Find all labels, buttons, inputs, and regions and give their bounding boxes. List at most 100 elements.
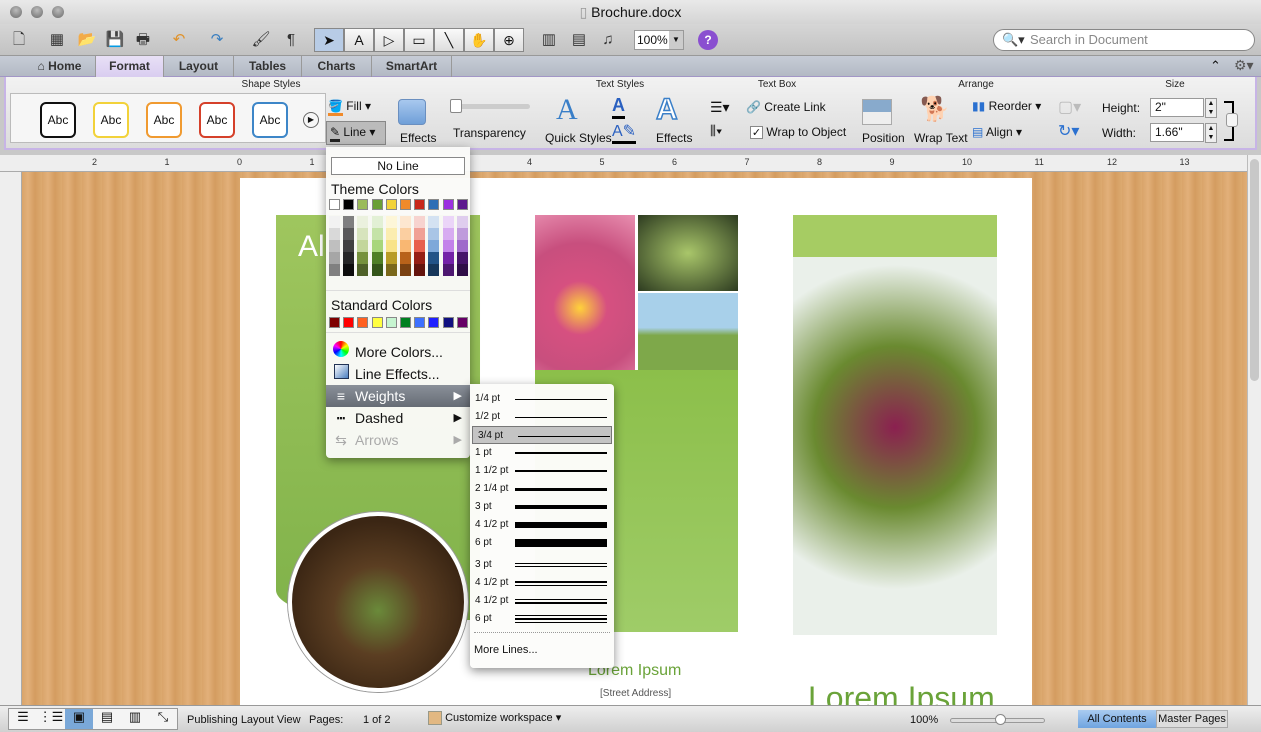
rotate-icon[interactable]: ↻▾: [1058, 121, 1079, 141]
theme-shade-swatch[interactable]: [400, 228, 411, 240]
theme-color-swatch[interactable]: [414, 199, 426, 210]
theme-shade-swatch[interactable]: [385, 264, 397, 276]
theme-shade-swatch[interactable]: [385, 240, 397, 252]
more-lines-item[interactable]: More Lines...: [474, 644, 538, 656]
shape-effects-icon[interactable]: [398, 99, 426, 125]
weight-option[interactable]: 1/4 pt: [470, 390, 614, 408]
standard-color-swatch[interactable]: [442, 317, 454, 328]
theme-shade-swatch[interactable]: [385, 216, 397, 228]
help-icon[interactable]: ?: [698, 30, 718, 50]
text-direction-icon[interactable]: ⫼▾: [710, 123, 722, 139]
theme-shade-swatch[interactable]: [385, 228, 397, 240]
theme-shade-swatch[interactable]: [400, 252, 411, 264]
theme-color-swatch[interactable]: [343, 199, 355, 210]
sidebar-icon[interactable]: ▥: [538, 29, 560, 51]
theme-shade-swatch[interactable]: [414, 216, 426, 228]
publishing-layout-view-icon[interactable]: ▣: [65, 709, 93, 729]
text-effects-icon[interactable]: A: [655, 92, 678, 127]
menu-item-weights[interactable]: ≡ Weights ▶: [326, 385, 470, 407]
weight-option[interactable]: 1 pt: [470, 444, 614, 462]
theme-shade-swatch[interactable]: [357, 216, 369, 228]
toolbox-icon[interactable]: ▤: [568, 29, 590, 51]
height-stepper[interactable]: ▲ ▼: [1205, 98, 1217, 118]
standard-color-swatch[interactable]: [428, 317, 440, 328]
draft-view-icon[interactable]: ☰: [9, 709, 37, 729]
notebook-view-icon[interactable]: ▥: [121, 709, 149, 729]
theme-shade-swatch[interactable]: [371, 228, 383, 240]
shape-style-sample[interactable]: Abc: [252, 102, 288, 138]
wrap-text-label[interactable]: Wrap Text: [914, 131, 968, 145]
tab-tables[interactable]: Tables: [234, 56, 302, 77]
theme-shade-swatch[interactable]: [343, 240, 355, 252]
weight-option[interactable]: 3/4 pt: [472, 426, 612, 444]
undo-icon[interactable]: ↶: [168, 29, 190, 51]
theme-shade-swatch[interactable]: [442, 216, 454, 228]
standard-color-swatch[interactable]: [371, 317, 383, 328]
reorder-button[interactable]: ▮▮ Reorder ▾: [972, 99, 1041, 113]
vertical-ruler[interactable]: [0, 172, 22, 705]
scrollbar-thumb[interactable]: [1250, 159, 1259, 381]
weight-option[interactable]: 4 1/2 pt: [470, 574, 614, 592]
theme-shade-swatch[interactable]: [428, 216, 440, 228]
weight-option[interactable]: 4 1/2 pt: [470, 516, 614, 534]
select-tool-icon[interactable]: ➤: [314, 28, 344, 52]
full-screen-view-icon[interactable]: ⤡: [149, 709, 177, 729]
theme-shade-swatch[interactable]: [442, 228, 454, 240]
theme-shade-swatch[interactable]: [343, 216, 355, 228]
weight-option[interactable]: 1/2 pt: [470, 408, 614, 426]
slider-thumb[interactable]: [450, 99, 462, 113]
vertical-text-box-icon[interactable]: ▷: [374, 28, 404, 52]
theme-shade-swatch[interactable]: [428, 228, 440, 240]
theme-shade-swatch[interactable]: [428, 264, 440, 276]
theme-shade-swatch[interactable]: [343, 228, 355, 240]
gear-icon[interactable]: ⚙▾: [1234, 57, 1254, 74]
shape-tool-icon[interactable]: ▭: [404, 28, 434, 52]
media-browser-icon[interactable]: ♫: [597, 29, 619, 51]
weight-option[interactable]: 3 pt: [470, 556, 614, 574]
shape-style-sample[interactable]: Abc: [40, 102, 76, 138]
create-link-button[interactable]: 🔗 Create Link: [746, 100, 826, 114]
gallery-next-icon[interactable]: ▶: [303, 112, 319, 128]
theme-shade-swatch[interactable]: [400, 240, 411, 252]
theme-shade-swatch[interactable]: [329, 264, 340, 276]
theme-shade-swatch[interactable]: [442, 240, 454, 252]
horizontal-ruler[interactable]: 21012345678910111213: [0, 155, 1247, 172]
tab-smartart[interactable]: SmartArt: [372, 56, 452, 77]
zoom-slider-thumb[interactable]: [995, 714, 1006, 725]
tab-charts[interactable]: Charts: [302, 56, 372, 77]
close-button[interactable]: [10, 6, 22, 18]
standard-color-swatch[interactable]: [343, 317, 355, 328]
theme-shade-swatch[interactable]: [428, 240, 440, 252]
line-button[interactable]: ✎ Line ▾: [326, 121, 386, 145]
media-icon[interactable]: ⊕: [494, 28, 524, 52]
menu-item-more-colors[interactable]: More Colors...: [326, 341, 470, 363]
tab-home[interactable]: ⌂ Home: [24, 56, 96, 77]
print-layout-view-icon[interactable]: ▤: [93, 709, 121, 729]
text-effects-label[interactable]: Effects: [656, 131, 692, 145]
theme-shade-swatch[interactable]: [385, 252, 397, 264]
theme-shade-swatch[interactable]: [428, 252, 440, 264]
theme-shade-swatch[interactable]: [456, 240, 468, 252]
theme-shade-swatch[interactable]: [456, 264, 468, 276]
theme-shade-swatch[interactable]: [456, 252, 468, 264]
vertical-scrollbar[interactable]: [1247, 155, 1261, 705]
theme-shade-swatch[interactable]: [329, 240, 340, 252]
theme-color-swatch[interactable]: [329, 199, 340, 210]
all-contents-tab[interactable]: All Contents: [1078, 710, 1156, 728]
standard-color-swatch[interactable]: [400, 317, 411, 328]
weight-option[interactable]: 6 pt: [470, 610, 614, 628]
standard-color-swatch[interactable]: [414, 317, 426, 328]
lock-aspect-toggle[interactable]: [1226, 113, 1238, 127]
tab-layout[interactable]: Layout: [164, 56, 234, 77]
search-input[interactable]: 🔍▾ Search in Document: [993, 29, 1255, 51]
theme-shade-swatch[interactable]: [371, 240, 383, 252]
text-outline-icon[interactable]: A✎: [612, 121, 637, 144]
hand-tool-icon[interactable]: ✋: [464, 28, 494, 52]
theme-shade-swatch[interactable]: [371, 216, 383, 228]
theme-color-swatch[interactable]: [357, 199, 369, 210]
weight-option[interactable]: 1 1/2 pt: [470, 462, 614, 480]
no-line-button[interactable]: No Line: [331, 157, 465, 175]
align-button[interactable]: ▤ Align ▾: [972, 125, 1022, 139]
theme-shade-swatch[interactable]: [442, 264, 454, 276]
pilcrow-icon[interactable]: ¶: [280, 29, 302, 51]
